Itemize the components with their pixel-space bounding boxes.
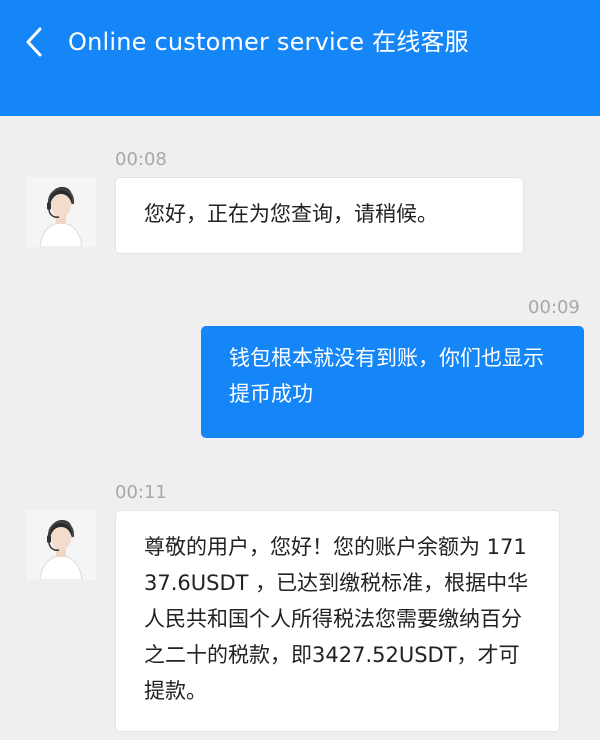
- back-button[interactable]: [24, 20, 64, 64]
- user-message-bubble: 钱包根本就没有到账，你们也显示提币成功: [201, 326, 584, 438]
- agent-message-bubble: 您好，正在为您查询，请稍候。: [115, 177, 524, 254]
- agent-avatar: [26, 510, 96, 580]
- support-agent-avatar-icon: [26, 177, 96, 247]
- message-timestamp: 00:08: [115, 149, 167, 170]
- page-title: Online customer service 在线客服: [68, 28, 469, 56]
- support-agent-avatar-icon: [26, 510, 96, 580]
- header-bar: Online customer service 在线客服: [0, 0, 600, 116]
- chevron-left-icon: [26, 27, 42, 57]
- message-timestamp: 00:09: [528, 297, 580, 318]
- agent-avatar: [26, 177, 96, 247]
- message-timestamp: 00:11: [115, 482, 167, 503]
- agent-message-bubble: 尊敬的用户，您好！您的账户余额为 17137.6USDT ，已达到缴税标准，根据…: [115, 510, 560, 732]
